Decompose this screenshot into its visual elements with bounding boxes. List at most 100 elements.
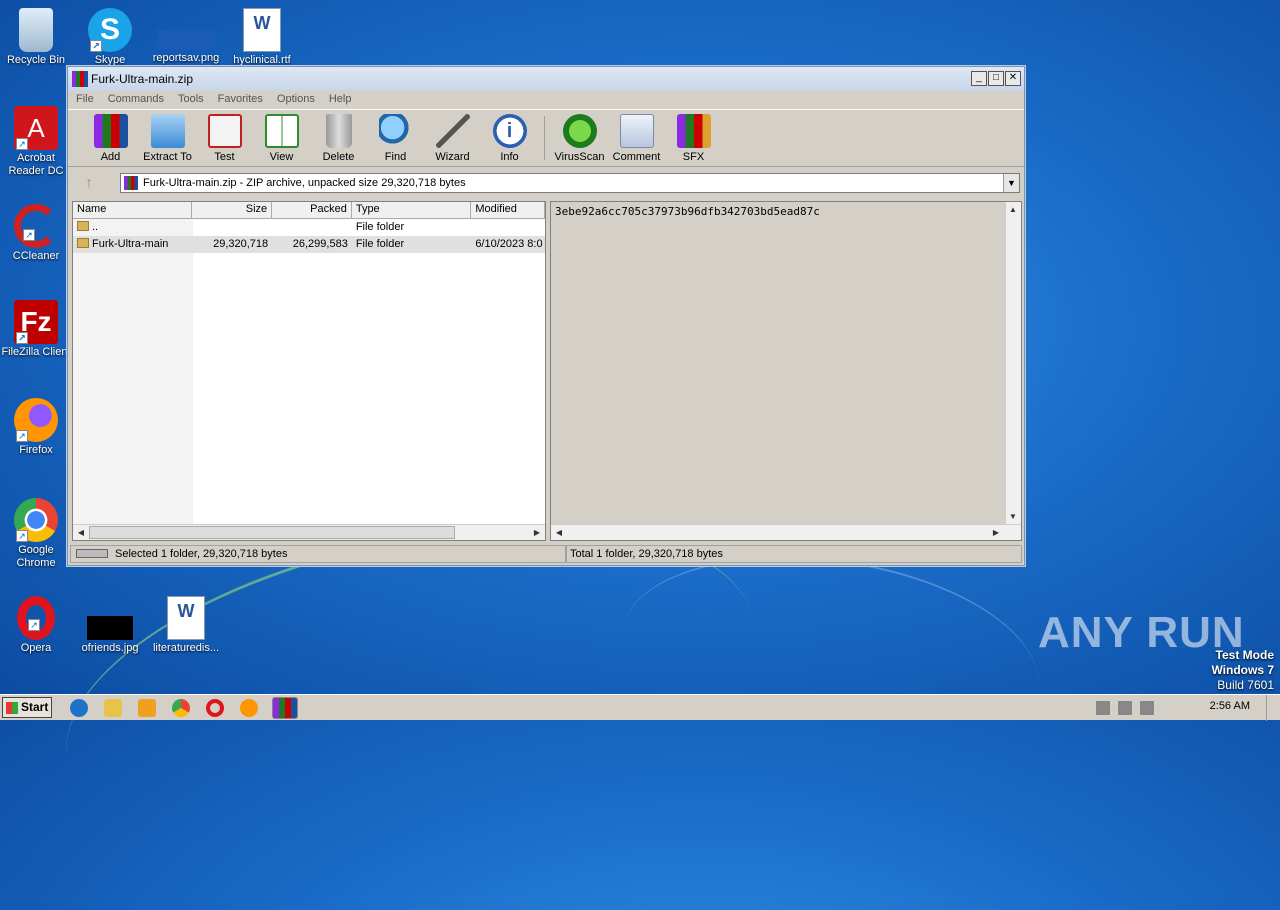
ie-icon[interactable] [70,699,88,717]
column-name[interactable]: Name [73,202,193,218]
show-desktop-button[interactable] [1266,695,1280,721]
menu-bar: File Commands Tools Favorites Options He… [68,91,1024,109]
shortcut-arrow-icon: ↗ [16,530,28,542]
drive-icon [76,549,108,558]
column-size[interactable]: Size [192,202,273,218]
desktop-icon-label: Firefox [19,444,53,456]
scroll-up-icon[interactable]: ▲ [1006,203,1020,216]
address-bar: ↑ Furk-Ultra-main.zip - ZIP archive, unp… [74,171,1020,195]
desktop-icon-ofriends[interactable]: ofriends.jpg [74,596,146,655]
desktop-icon-filezilla[interactable]: Fz ↗ FileZilla Client [0,300,72,359]
image-file-icon [157,30,215,50]
toolbar-test-button[interactable]: Test [196,112,253,164]
row-name: .. [92,221,99,233]
desktop-icon-label: Acrobat Reader DC [8,152,64,177]
toolbar-sfx-button[interactable]: SFX [665,112,722,164]
skype-icon: S ↗ [88,8,132,52]
address-field[interactable]: Furk-Ultra-main.zip - ZIP archive, unpac… [120,173,1020,193]
maximize-button[interactable]: □ [988,71,1004,86]
toolbar-label: Extract To [143,151,192,163]
toolbar-virusscan-button[interactable]: VirusScan [551,112,608,164]
windows-flag-icon [6,702,18,714]
row-type: File folder [355,238,405,250]
desktop-icon-reportsav[interactable]: reportsav.png [150,8,222,65]
column-type[interactable]: Type [352,202,472,218]
clock[interactable]: 2:56 AM [1210,700,1250,712]
explorer-icon[interactable] [104,699,122,717]
toolbar-extract-button[interactable]: Extract To [139,112,196,164]
info-icon: i [492,114,527,148]
trash-icon [325,114,352,148]
vertical-scrollbar[interactable]: ▲ ▼ [1005,202,1021,526]
shortcut-arrow-icon: ↗ [16,332,28,344]
menu-favorites[interactable]: Favorites [218,93,263,107]
toolbar-info-button[interactable]: i Info [481,112,538,164]
desktop-icon-label: reportsav.png [152,52,220,64]
winrar-icon [72,71,88,87]
toolbar-find-button[interactable]: Find [367,112,424,164]
column-header: Name Size Packed Type Modified [73,202,546,219]
scroll-right-icon[interactable]: ▶ [989,526,1003,539]
extract-folder-icon [150,114,185,148]
table-row[interactable]: .. File folder [73,219,545,236]
start-button[interactable]: Start [2,697,52,718]
chrome-icon[interactable] [172,699,190,717]
toolbar-comment-button[interactable]: Comment [608,112,665,164]
desktop-icon-opera[interactable]: ↗ Opera [0,596,72,655]
scroll-left-icon[interactable]: ◀ [552,526,566,539]
toolbar: Add Extract To Test View Delete Find Wiz… [68,109,1024,167]
toolbar-delete-button[interactable]: Delete [310,112,367,164]
comment-pane: 3ebe92a6cc705c37973b96dfb342703bd5ead87c… [550,201,1022,541]
start-label: Start [21,700,49,714]
horizontal-scrollbar[interactable]: ◀ ▶ [551,524,1021,540]
winrar-taskbar-icon[interactable] [272,697,298,719]
media-player-icon[interactable] [138,699,156,717]
desktop-icon-recycle-bin[interactable]: Recycle Bin [0,8,72,67]
firefox-icon[interactable] [240,699,258,717]
toolbar-wizard-button[interactable]: Wizard [424,112,481,164]
column-packed[interactable]: Packed [272,202,352,218]
toolbar-add-button[interactable]: Add [82,112,139,164]
menu-file[interactable]: File [76,93,94,107]
opera-icon[interactable] [206,699,224,717]
horizontal-scrollbar[interactable]: ◀ ▶ [73,524,545,540]
window-titlebar[interactable]: Furk-Ultra-main.zip _ □ ✕ [68,67,1024,91]
desktop-icon-ccleaner[interactable]: ↗ CCleaner [0,204,72,263]
menu-commands[interactable]: Commands [108,93,164,107]
column-modified[interactable]: Modified [471,202,546,218]
network-icon[interactable] [1118,701,1132,715]
minimize-button[interactable]: _ [971,71,987,86]
toolbar-label: Comment [612,151,661,163]
toolbar-view-button[interactable]: View [253,112,310,164]
scroll-left-icon[interactable]: ◀ [74,526,88,539]
scrollbar-thumb[interactable] [89,526,455,539]
desktop-icon-label: hyclinical.rtf [233,54,291,66]
desktop-icon-chrome[interactable]: ↗ Google Chrome [0,498,72,570]
desktop-icon-skype[interactable]: S ↗ Skype [74,8,146,67]
desktop-icon-acrobat[interactable]: A ↗ Acrobat Reader DC [0,106,72,178]
scroll-right-icon[interactable]: ▶ [530,526,544,539]
magnifier-icon [378,114,413,148]
shortcut-arrow-icon: ↗ [90,40,102,52]
menu-options[interactable]: Options [277,93,315,107]
action-center-flag-icon[interactable] [1140,701,1154,715]
address-text: Furk-Ultra-main.zip - ZIP archive, unpac… [143,177,466,189]
scroll-down-icon[interactable]: ▼ [1006,510,1020,523]
menu-help[interactable]: Help [329,93,352,107]
shortcut-arrow-icon: ↗ [16,430,28,442]
up-arrow-icon[interactable]: ↑ [74,172,104,194]
desktop-icon-literaturedis[interactable]: W literaturedis... [150,596,222,655]
build-line: Build 7601 [1217,678,1274,692]
desktop-icon-label: literaturedis... [152,642,220,654]
dropdown-arrow-icon[interactable]: ▼ [1003,174,1019,192]
row-packed: 26,299,583 [292,238,348,250]
desktop-icon-hyclinical[interactable]: W hyclinical.rtf [226,8,298,67]
desktop-icon-firefox[interactable]: ↗ Firefox [0,398,72,457]
row-size [192,219,272,236]
menu-tools[interactable]: Tools [178,93,204,107]
close-button[interactable]: ✕ [1005,71,1021,86]
row-modified: 6/10/2023 8:0 [475,238,543,250]
chrome-icon: ↗ [14,498,58,542]
volume-icon[interactable] [1096,701,1110,715]
table-row[interactable]: Furk-Ultra-main 29,320,718 26,299,583 Fi… [73,236,545,253]
